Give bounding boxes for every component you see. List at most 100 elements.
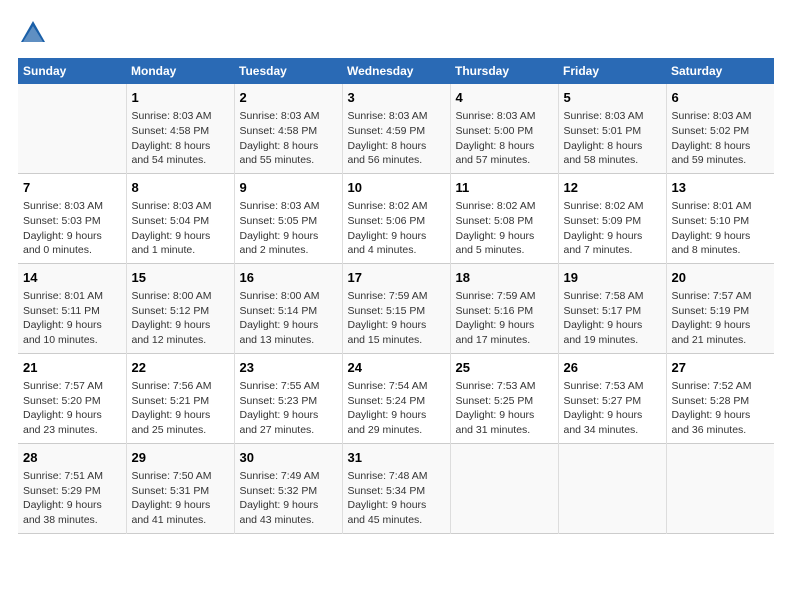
calendar-cell: 16 Sunrise: 8:00 AM Sunset: 5:14 PM Dayli… — [234, 263, 342, 353]
day-info: Sunrise: 7:52 AM Sunset: 5:28 PM Dayligh… — [672, 379, 770, 438]
week-row-3: 14Sunrise: 8:01 AM Sunset: 5:11 PM Dayli… — [18, 263, 774, 353]
calendar-cell: 27 Sunrise: 7:52 AM Sunset: 5:28 PM Dayli… — [666, 353, 774, 443]
day-number: 2 — [240, 89, 337, 107]
day-number: 30 — [240, 449, 337, 467]
day-number: 6 — [672, 89, 770, 107]
day-number: 18 — [456, 269, 553, 287]
week-row-2: 7Sunrise: 8:03 AM Sunset: 5:03 PM Daylig… — [18, 173, 774, 263]
calendar-cell — [450, 443, 558, 533]
calendar-cell — [558, 443, 666, 533]
weekday-header-monday: Monday — [126, 58, 234, 84]
calendar-cell: 8Sunrise: 8:03 AM Sunset: 5:04 PM Daylig… — [126, 173, 234, 263]
weekday-header-row: SundayMondayTuesdayWednesdayThursdayFrid… — [18, 58, 774, 84]
calendar-table: SundayMondayTuesdayWednesdayThursdayFrid… — [18, 58, 774, 534]
day-number: 23 — [240, 359, 337, 377]
day-number: 26 — [564, 359, 661, 377]
day-number: 27 — [672, 359, 770, 377]
day-number: 29 — [132, 449, 229, 467]
day-number: 14 — [23, 269, 121, 287]
day-info: Sunrise: 7:53 AM Sunset: 5:27 PM Dayligh… — [564, 379, 661, 438]
calendar-cell: 28 Sunrise: 7:51 AM Sunset: 5:29 PM Dayli… — [18, 443, 126, 533]
day-info: Sunrise: 7:51 AM Sunset: 5:29 PM Dayligh… — [23, 469, 121, 528]
calendar-cell: 13 Sunrise: 8:01 AM Sunset: 5:10 PM Dayli… — [666, 173, 774, 263]
day-number: 9 — [240, 179, 337, 197]
day-info: Sunrise: 7:57 AM Sunset: 5:20 PM Dayligh… — [23, 379, 121, 438]
day-info: Sunrise: 8:03 AM Sunset: 4:58 PM Dayligh… — [132, 109, 229, 168]
day-number: 22 — [132, 359, 229, 377]
day-number: 4 — [456, 89, 553, 107]
calendar-cell: 1Sunrise: 8:03 AM Sunset: 4:58 PM Daylig… — [126, 84, 234, 173]
day-info: Sunrise: 8:03 AM Sunset: 5:00 PM Dayligh… — [456, 109, 553, 168]
day-number: 21 — [23, 359, 121, 377]
calendar-cell: 21 Sunrise: 7:57 AM Sunset: 5:20 PM Dayli… — [18, 353, 126, 443]
logo-icon — [18, 18, 48, 48]
day-number: 20 — [672, 269, 770, 287]
calendar-cell: 9 Sunrise: 8:03 AM Sunset: 5:05 PM Daylig… — [234, 173, 342, 263]
day-info: Sunrise: 8:00 AM Sunset: 5:12 PM Dayligh… — [132, 289, 229, 348]
day-number: 31 — [348, 449, 445, 467]
calendar-cell: 11 Sunrise: 8:02 AM Sunset: 5:08 PM Dayli… — [450, 173, 558, 263]
calendar-cell: 3 Sunrise: 8:03 AM Sunset: 4:59 PM Daylig… — [342, 84, 450, 173]
weekday-header-saturday: Saturday — [666, 58, 774, 84]
calendar-cell: 29Sunrise: 7:50 AM Sunset: 5:31 PM Dayli… — [126, 443, 234, 533]
day-info: Sunrise: 8:03 AM Sunset: 4:59 PM Dayligh… — [348, 109, 445, 168]
day-number: 17 — [348, 269, 445, 287]
day-info: Sunrise: 8:03 AM Sunset: 5:05 PM Dayligh… — [240, 199, 337, 258]
day-number: 11 — [456, 179, 553, 197]
day-info: Sunrise: 7:49 AM Sunset: 5:32 PM Dayligh… — [240, 469, 337, 528]
day-number: 24 — [348, 359, 445, 377]
day-info: Sunrise: 7:48 AM Sunset: 5:34 PM Dayligh… — [348, 469, 445, 528]
calendar-cell: 31 Sunrise: 7:48 AM Sunset: 5:34 PM Dayli… — [342, 443, 450, 533]
day-info: Sunrise: 8:03 AM Sunset: 4:58 PM Dayligh… — [240, 109, 337, 168]
weekday-header-wednesday: Wednesday — [342, 58, 450, 84]
day-number: 16 — [240, 269, 337, 287]
calendar-cell: 5 Sunrise: 8:03 AM Sunset: 5:01 PM Daylig… — [558, 84, 666, 173]
calendar-cell: 17 Sunrise: 7:59 AM Sunset: 5:15 PM Dayli… — [342, 263, 450, 353]
day-number: 3 — [348, 89, 445, 107]
week-row-1: 1Sunrise: 8:03 AM Sunset: 4:58 PM Daylig… — [18, 84, 774, 173]
day-number: 5 — [564, 89, 661, 107]
day-number: 28 — [23, 449, 121, 467]
weekday-header-friday: Friday — [558, 58, 666, 84]
day-number: 25 — [456, 359, 553, 377]
calendar-cell: 20 Sunrise: 7:57 AM Sunset: 5:19 PM Dayli… — [666, 263, 774, 353]
calendar-cell: 18Sunrise: 7:59 AM Sunset: 5:16 PM Dayli… — [450, 263, 558, 353]
calendar-cell: 12Sunrise: 8:02 AM Sunset: 5:09 PM Dayli… — [558, 173, 666, 263]
calendar-cell: 7Sunrise: 8:03 AM Sunset: 5:03 PM Daylig… — [18, 173, 126, 263]
calendar-cell: 24 Sunrise: 7:54 AM Sunset: 5:24 PM Dayli… — [342, 353, 450, 443]
header — [18, 18, 774, 48]
day-info: Sunrise: 7:55 AM Sunset: 5:23 PM Dayligh… — [240, 379, 337, 438]
day-info: Sunrise: 7:59 AM Sunset: 5:15 PM Dayligh… — [348, 289, 445, 348]
day-info: Sunrise: 8:00 AM Sunset: 5:14 PM Dayligh… — [240, 289, 337, 348]
calendar-cell: 2 Sunrise: 8:03 AM Sunset: 4:58 PM Daylig… — [234, 84, 342, 173]
day-info: Sunrise: 7:57 AM Sunset: 5:19 PM Dayligh… — [672, 289, 770, 348]
calendar-cell: 14Sunrise: 8:01 AM Sunset: 5:11 PM Dayli… — [18, 263, 126, 353]
week-row-5: 28 Sunrise: 7:51 AM Sunset: 5:29 PM Dayli… — [18, 443, 774, 533]
calendar-cell: 26 Sunrise: 7:53 AM Sunset: 5:27 PM Dayli… — [558, 353, 666, 443]
day-number: 13 — [672, 179, 770, 197]
weekday-header-tuesday: Tuesday — [234, 58, 342, 84]
day-info: Sunrise: 8:03 AM Sunset: 5:02 PM Dayligh… — [672, 109, 770, 168]
day-info: Sunrise: 8:02 AM Sunset: 5:06 PM Dayligh… — [348, 199, 445, 258]
day-info: Sunrise: 8:02 AM Sunset: 5:08 PM Dayligh… — [456, 199, 553, 258]
calendar-cell: 6 Sunrise: 8:03 AM Sunset: 5:02 PM Daylig… — [666, 84, 774, 173]
day-number: 8 — [132, 179, 229, 197]
calendar-cell — [666, 443, 774, 533]
day-info: Sunrise: 8:01 AM Sunset: 5:10 PM Dayligh… — [672, 199, 770, 258]
calendar-cell: 4 Sunrise: 8:03 AM Sunset: 5:00 PM Daylig… — [450, 84, 558, 173]
calendar-cell: 10 Sunrise: 8:02 AM Sunset: 5:06 PM Dayli… — [342, 173, 450, 263]
page: SundayMondayTuesdayWednesdayThursdayFrid… — [0, 0, 792, 612]
calendar-cell: 22Sunrise: 7:56 AM Sunset: 5:21 PM Dayli… — [126, 353, 234, 443]
calendar-cell: 30 Sunrise: 7:49 AM Sunset: 5:32 PM Dayli… — [234, 443, 342, 533]
day-info: Sunrise: 8:03 AM Sunset: 5:01 PM Dayligh… — [564, 109, 661, 168]
day-number: 15 — [132, 269, 229, 287]
week-row-4: 21 Sunrise: 7:57 AM Sunset: 5:20 PM Dayli… — [18, 353, 774, 443]
calendar-cell: 23 Sunrise: 7:55 AM Sunset: 5:23 PM Dayli… — [234, 353, 342, 443]
calendar-cell — [18, 84, 126, 173]
weekday-header-thursday: Thursday — [450, 58, 558, 84]
day-info: Sunrise: 7:54 AM Sunset: 5:24 PM Dayligh… — [348, 379, 445, 438]
day-number: 19 — [564, 269, 661, 287]
day-info: Sunrise: 8:03 AM Sunset: 5:03 PM Dayligh… — [23, 199, 121, 258]
day-info: Sunrise: 8:02 AM Sunset: 5:09 PM Dayligh… — [564, 199, 661, 258]
day-number: 10 — [348, 179, 445, 197]
